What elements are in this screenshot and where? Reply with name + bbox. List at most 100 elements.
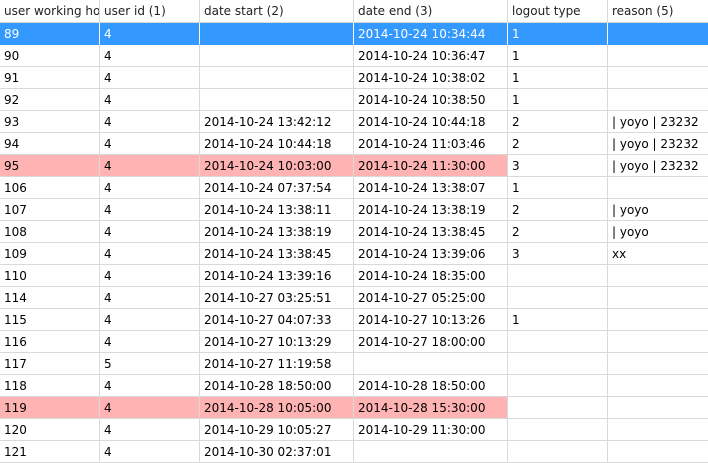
- cell-user-id[interactable]: 4: [100, 45, 200, 67]
- cell-user-id[interactable]: 4: [100, 331, 200, 353]
- cell-user-id[interactable]: 4: [100, 419, 200, 441]
- cell-user-id[interactable]: 4: [100, 89, 200, 111]
- table-row[interactable]: 120 4 2014-10-29 10:05:27 2014-10-29 11:30:…: [0, 419, 708, 441]
- cell-date-start[interactable]: 2014-10-24 13:38:19: [200, 221, 354, 243]
- column-header-user-working-hours[interactable]: user working ho: [0, 0, 100, 22]
- cell-date-end[interactable]: 2014-10-27 10:13:26: [354, 309, 508, 331]
- cell-date-start[interactable]: [200, 89, 354, 111]
- table-row[interactable]: 107 4 2014-10-24 13:38:11 2014-10-24 13:38:…: [0, 199, 708, 221]
- cell-date-start[interactable]: 2014-10-29 10:05:27: [200, 419, 354, 441]
- cell-id[interactable]: 121: [0, 441, 100, 463]
- cell-reason[interactable]: [608, 353, 708, 375]
- cell-id[interactable]: 110: [0, 265, 100, 287]
- cell-date-start[interactable]: 2014-10-24 13:42:12: [200, 111, 354, 133]
- table-row[interactable]: 114 4 2014-10-27 03:25:51 2014-10-27 05:25:…: [0, 287, 708, 309]
- cell-date-end[interactable]: 2014-10-24 11:30:00: [354, 155, 508, 177]
- cell-date-end[interactable]: 2014-10-28 18:50:00: [354, 375, 508, 397]
- table-row[interactable]: 117 5 2014-10-27 11:19:58: [0, 353, 708, 375]
- cell-logout-type[interactable]: [508, 331, 608, 353]
- column-header-reason[interactable]: reason (5): [608, 0, 708, 22]
- cell-user-id[interactable]: 4: [100, 265, 200, 287]
- cell-reason[interactable]: [608, 23, 708, 45]
- table-row[interactable]: 90 4 2014-10-24 10:36:47 1: [0, 45, 708, 67]
- cell-date-start[interactable]: 2014-10-24 10:03:00: [200, 155, 354, 177]
- cell-date-end[interactable]: [354, 441, 508, 463]
- cell-logout-type[interactable]: 1: [508, 23, 608, 45]
- table-row[interactable]: 108 4 2014-10-24 13:38:19 2014-10-24 13:38:…: [0, 221, 708, 243]
- table-row[interactable]: 95 4 2014-10-24 10:03:00 2014-10-24 11:30:0…: [0, 155, 708, 177]
- column-header-logout-type[interactable]: logout type: [508, 0, 608, 22]
- table-row[interactable]: 119 4 2014-10-28 10:05:00 2014-10-28 15:30:…: [0, 397, 708, 419]
- cell-date-start[interactable]: [200, 45, 354, 67]
- cell-id[interactable]: 94: [0, 133, 100, 155]
- cell-logout-type[interactable]: [508, 265, 608, 287]
- cell-date-end[interactable]: 2014-10-24 13:39:06: [354, 243, 508, 265]
- cell-id[interactable]: 115: [0, 309, 100, 331]
- cell-id[interactable]: 89: [0, 23, 100, 45]
- cell-logout-type[interactable]: [508, 397, 608, 419]
- cell-date-start[interactable]: 2014-10-24 13:38:45: [200, 243, 354, 265]
- cell-logout-type[interactable]: [508, 441, 608, 463]
- cell-date-end[interactable]: 2014-10-24 13:38:45: [354, 221, 508, 243]
- cell-reason[interactable]: [608, 89, 708, 111]
- column-header-date-start[interactable]: date start (2): [200, 0, 354, 22]
- cell-user-id[interactable]: 4: [100, 155, 200, 177]
- cell-reason[interactable]: [608, 397, 708, 419]
- cell-reason[interactable]: | yoyo | 23232: [608, 133, 708, 155]
- cell-logout-type[interactable]: 3: [508, 243, 608, 265]
- cell-id[interactable]: 116: [0, 331, 100, 353]
- cell-date-start[interactable]: 2014-10-27 10:13:29: [200, 331, 354, 353]
- cell-date-end[interactable]: 2014-10-24 10:44:18: [354, 111, 508, 133]
- cell-logout-type[interactable]: 1: [508, 67, 608, 89]
- cell-date-end[interactable]: 2014-10-24 10:38:02: [354, 67, 508, 89]
- data-grid[interactable]: user working ho user id (1) date start (…: [0, 0, 708, 463]
- cell-reason[interactable]: [608, 67, 708, 89]
- cell-date-start[interactable]: 2014-10-24 07:37:54: [200, 177, 354, 199]
- cell-date-end[interactable]: 2014-10-24 10:34:44: [354, 23, 508, 45]
- cell-user-id[interactable]: 4: [100, 199, 200, 221]
- cell-logout-type[interactable]: 1: [508, 89, 608, 111]
- cell-date-start[interactable]: 2014-10-27 11:19:58: [200, 353, 354, 375]
- cell-date-start[interactable]: 2014-10-28 18:50:00: [200, 375, 354, 397]
- cell-user-id[interactable]: 4: [100, 177, 200, 199]
- cell-logout-type[interactable]: 2: [508, 221, 608, 243]
- cell-reason[interactable]: [608, 45, 708, 67]
- cell-id[interactable]: 93: [0, 111, 100, 133]
- cell-reason[interactable]: | yoyo | 23232: [608, 155, 708, 177]
- table-row[interactable]: 91 4 2014-10-24 10:38:02 1: [0, 67, 708, 89]
- cell-user-id[interactable]: 4: [100, 309, 200, 331]
- cell-id[interactable]: 91: [0, 67, 100, 89]
- cell-date-start[interactable]: [200, 67, 354, 89]
- cell-id[interactable]: 118: [0, 375, 100, 397]
- table-row[interactable]: 121 4 2014-10-30 02:37:01: [0, 441, 708, 463]
- table-row[interactable]: 115 4 2014-10-27 04:07:33 2014-10-27 10:13:…: [0, 309, 708, 331]
- cell-id[interactable]: 109: [0, 243, 100, 265]
- cell-user-id[interactable]: 4: [100, 441, 200, 463]
- cell-date-end[interactable]: [354, 353, 508, 375]
- cell-id[interactable]: 95: [0, 155, 100, 177]
- cell-reason[interactable]: [608, 309, 708, 331]
- cell-reason[interactable]: [608, 419, 708, 441]
- cell-reason[interactable]: | yoyo: [608, 199, 708, 221]
- table-row[interactable]: 110 4 2014-10-24 13:39:16 2014-10-24 18:35:…: [0, 265, 708, 287]
- cell-date-end[interactable]: 2014-10-28 15:30:00: [354, 397, 508, 419]
- table-row[interactable]: 109 4 2014-10-24 13:38:45 2014-10-24 13:39:…: [0, 243, 708, 265]
- cell-date-start[interactable]: 2014-10-27 03:25:51: [200, 287, 354, 309]
- cell-date-end[interactable]: 2014-10-29 11:30:00: [354, 419, 508, 441]
- table-row[interactable]: 116 4 2014-10-27 10:13:29 2014-10-27 18:00:…: [0, 331, 708, 353]
- cell-reason[interactable]: [608, 331, 708, 353]
- cell-logout-type[interactable]: 1: [508, 309, 608, 331]
- cell-logout-type[interactable]: 2: [508, 111, 608, 133]
- cell-id[interactable]: 108: [0, 221, 100, 243]
- cell-id[interactable]: 107: [0, 199, 100, 221]
- cell-logout-type[interactable]: 1: [508, 177, 608, 199]
- cell-logout-type[interactable]: 3: [508, 155, 608, 177]
- cell-date-start[interactable]: 2014-10-30 02:37:01: [200, 441, 354, 463]
- table-row[interactable]: 89 4 2014-10-24 10:34:44 1: [0, 23, 708, 45]
- cell-logout-type[interactable]: 2: [508, 199, 608, 221]
- cell-date-end[interactable]: 2014-10-24 10:36:47: [354, 45, 508, 67]
- cell-user-id[interactable]: 4: [100, 375, 200, 397]
- cell-reason[interactable]: [608, 287, 708, 309]
- cell-date-start[interactable]: 2014-10-28 10:05:00: [200, 397, 354, 419]
- cell-user-id[interactable]: 4: [100, 67, 200, 89]
